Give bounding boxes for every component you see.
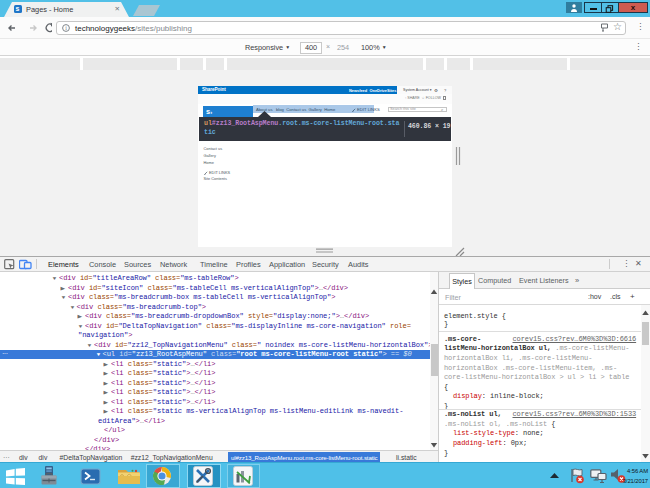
svg-text:i: i [65,25,67,31]
